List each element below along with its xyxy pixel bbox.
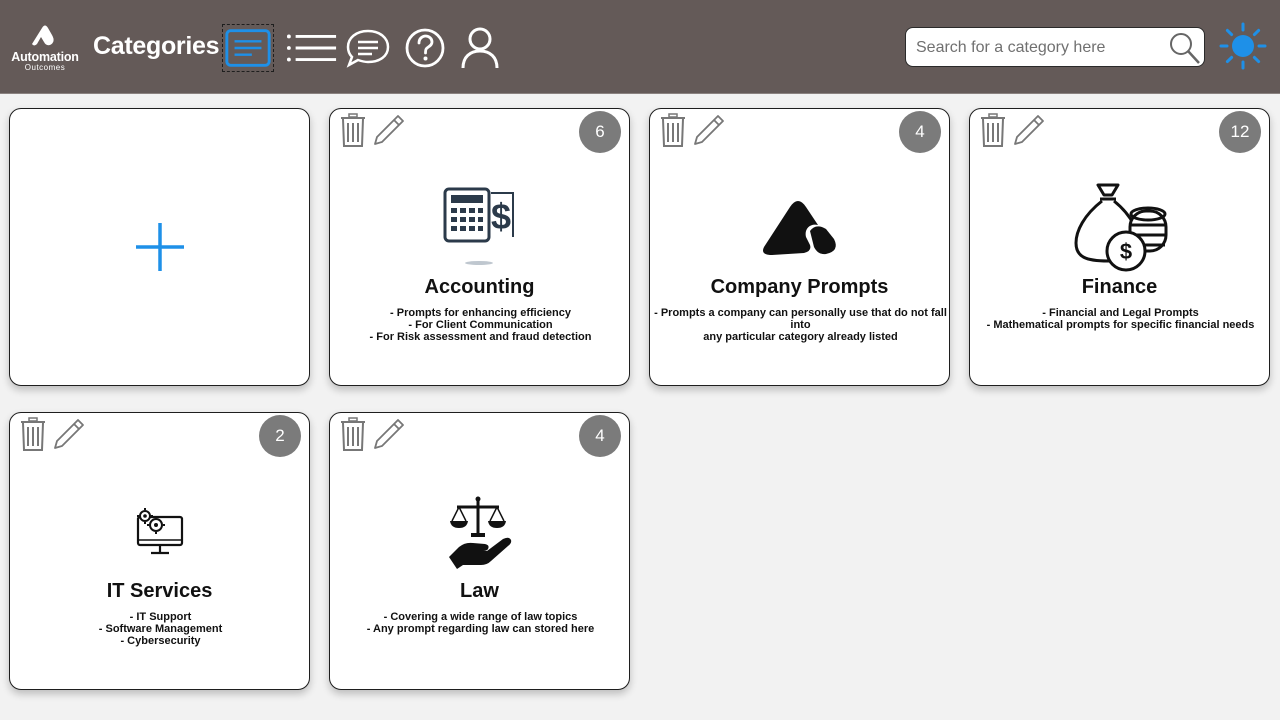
prompt-count-badge: 6 — [579, 111, 621, 153]
svg-text:$: $ — [490, 196, 510, 237]
description-line: - Prompts a company can personally use t… — [654, 307, 950, 332]
category-image — [330, 495, 629, 569]
description-line: - Cybersecurity — [120, 635, 201, 648]
chat-icon — [346, 29, 390, 68]
category-description: - Prompts a company can personally use t… — [654, 307, 947, 344]
company-logo-icon — [762, 201, 836, 255]
search-icon[interactable] — [1166, 30, 1202, 66]
category-card-law[interactable]: 4 Law - Covering a wide range of law top… — [329, 412, 630, 690]
category-title: IT Services — [106, 580, 213, 602]
category-card-it-services[interactable]: 2 IT Services - IT Support - Software Ma… — [9, 412, 310, 690]
search-box[interactable] — [905, 27, 1205, 67]
category-description: - IT Support - Software Management - Cyb… — [14, 611, 307, 648]
edit-icon[interactable] — [52, 417, 86, 451]
delete-icon[interactable] — [340, 113, 366, 147]
description-line: - Covering a wide range of law topics — [383, 611, 578, 623]
description-line: - For Client Communication — [408, 319, 553, 332]
sun-icon — [1219, 22, 1267, 70]
tile-view-icon — [225, 29, 271, 67]
user-button[interactable] — [454, 24, 506, 72]
help-button[interactable] — [399, 24, 451, 72]
edit-icon[interactable] — [692, 113, 726, 147]
prompt-count-badge: 2 — [259, 415, 301, 457]
category-title: Law — [460, 580, 499, 602]
description-line: - IT Support — [129, 611, 192, 623]
category-image — [650, 197, 949, 259]
delete-icon[interactable] — [980, 113, 1006, 147]
app-logo[interactable]: Automation Outcomes — [8, 20, 82, 72]
money-bag-coins-icon: $ — [1073, 183, 1167, 272]
category-image: $ — [970, 181, 1269, 273]
description-line: - Any prompt regarding law can stored he… — [366, 623, 595, 636]
delete-icon[interactable] — [660, 113, 686, 147]
edit-icon[interactable] — [372, 417, 406, 451]
category-title: Finance — [1081, 276, 1158, 298]
delete-icon[interactable] — [20, 417, 46, 451]
description-line: - Prompts for enhancing efficiency — [390, 307, 571, 319]
edit-icon[interactable] — [372, 113, 406, 147]
computer-gears-icon — [136, 508, 183, 555]
search-input[interactable] — [916, 37, 1166, 59]
page-title: Categories — [93, 32, 220, 60]
category-card-finance[interactable]: 12 $ Finance - Financial and Legal Promp… — [969, 108, 1270, 386]
delete-icon[interactable] — [340, 417, 366, 451]
category-title: Accounting — [424, 276, 535, 298]
category-image: $ — [330, 187, 629, 267]
logo-mark-icon — [32, 25, 54, 46]
list-view-button[interactable] — [286, 24, 338, 72]
plus-icon — [135, 223, 184, 271]
description-line: - Mathematical prompts for specific fina… — [986, 319, 1255, 332]
theme-toggle[interactable] — [1219, 22, 1267, 75]
list-view-icon — [286, 34, 337, 62]
brand-sub: Outcomes — [24, 63, 66, 72]
add-category-card[interactable] — [9, 108, 310, 386]
category-description: - Financial and Legal Prompts - Mathemat… — [974, 307, 1267, 331]
scales-hand-icon — [448, 496, 511, 569]
brand-name: Automation — [11, 50, 79, 64]
svg-text:$: $ — [1119, 239, 1131, 264]
top-bar: Automation Outcomes Categories — [0, 0, 1280, 94]
prompt-count-badge: 4 — [899, 111, 941, 153]
user-icon — [461, 27, 499, 69]
category-description: - Covering a wide range of law topics - … — [334, 611, 627, 635]
category-card-company-prompts[interactable]: 4 Company Prompts - Prompts a company ca… — [649, 108, 950, 386]
category-image — [10, 507, 309, 559]
description-line: - Financial and Legal Prompts — [1042, 307, 1199, 319]
description-line: - Software Management — [98, 623, 223, 636]
category-title: Company Prompts — [710, 276, 889, 298]
description-line: any particular category already listed — [703, 331, 898, 344]
help-icon — [405, 28, 445, 68]
category-description: - Prompts for enhancing efficiency - For… — [334, 307, 627, 344]
calculator-dollar-icon: $ — [443, 187, 514, 265]
edit-icon[interactable] — [1012, 113, 1046, 147]
prompt-count-badge: 4 — [579, 415, 621, 457]
category-card-accounting[interactable]: 6 $ Accounting - Prompts for enhancing e… — [329, 108, 630, 386]
chat-button[interactable] — [342, 24, 394, 72]
prompt-count-badge: 12 — [1219, 111, 1261, 153]
description-line: - For Risk assessment and fraud detectio… — [369, 331, 592, 344]
tile-view-button[interactable] — [222, 24, 274, 72]
